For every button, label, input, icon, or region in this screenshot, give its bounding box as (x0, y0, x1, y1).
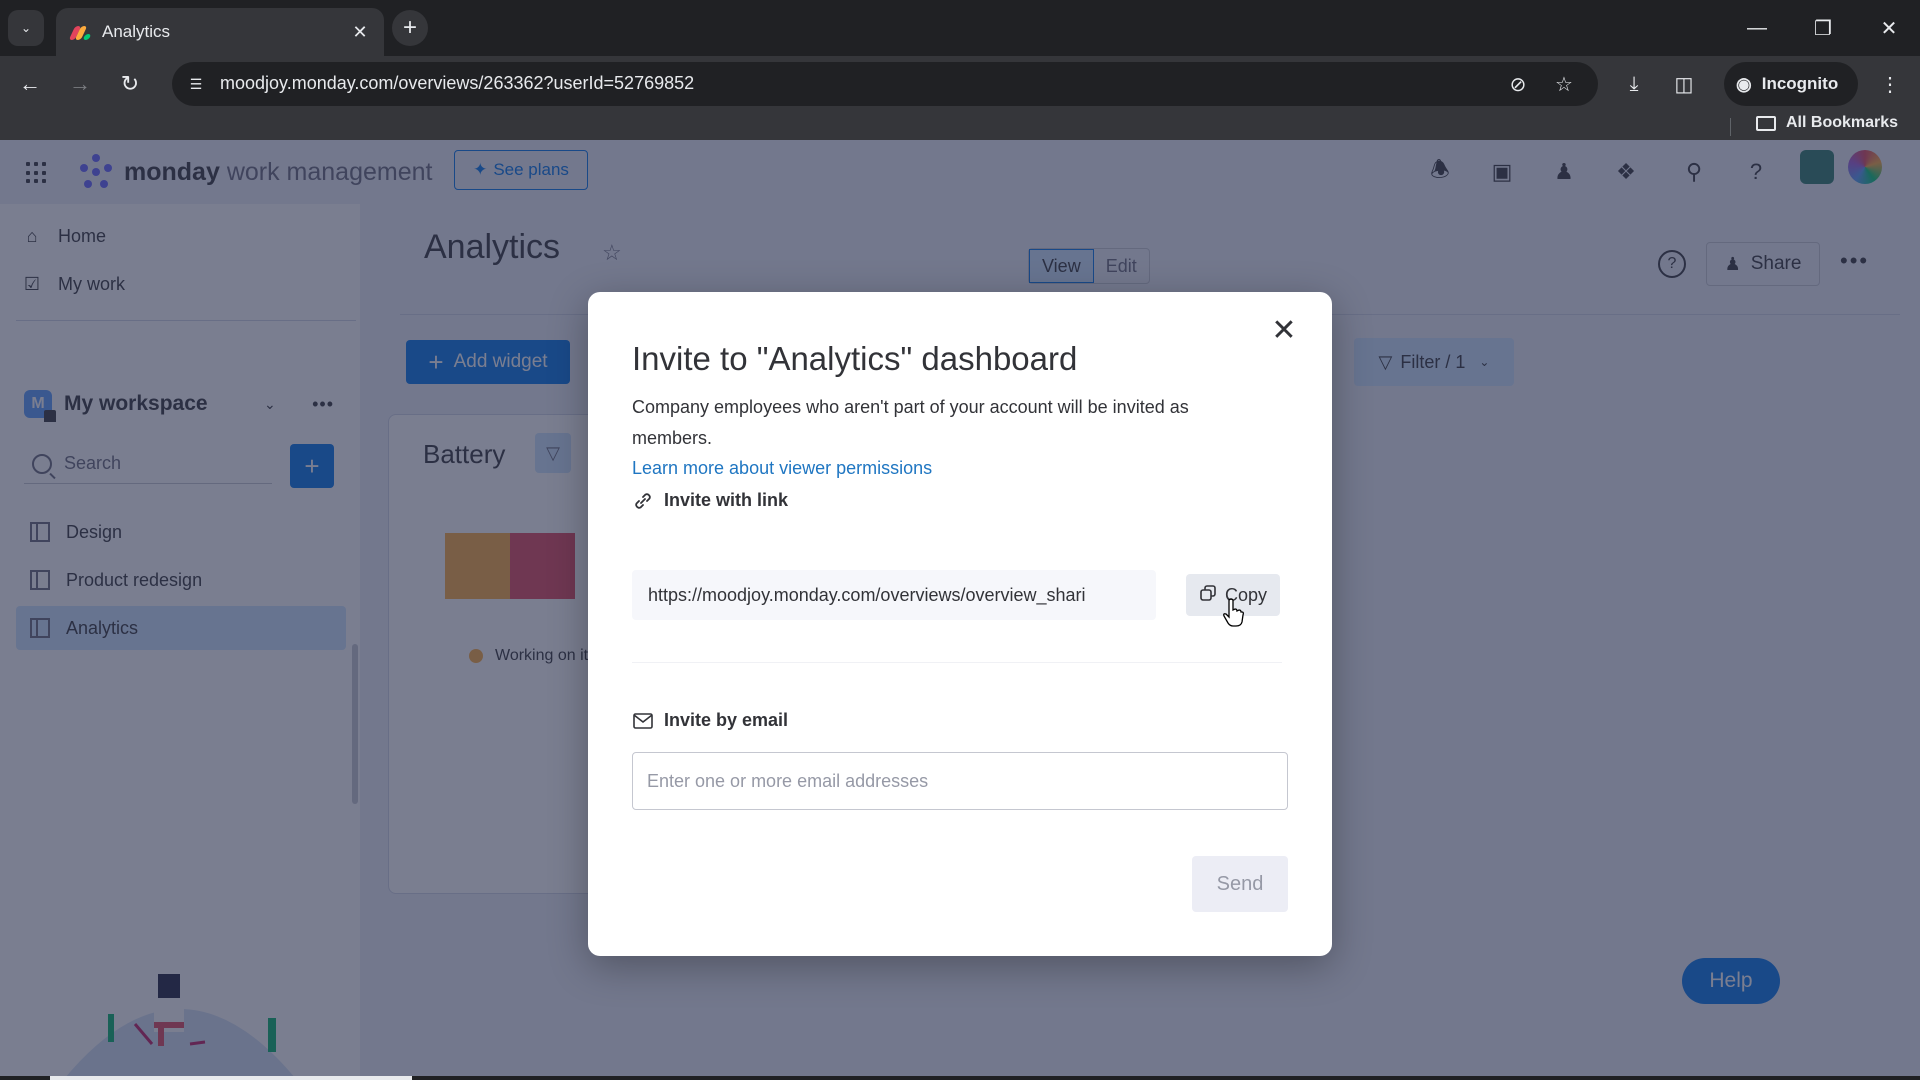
incognito-icon: ◉ (1736, 73, 1752, 94)
close-dialog-icon[interactable]: ✕ (1266, 312, 1302, 348)
mail-icon (632, 712, 654, 729)
invite-email-heading: Invite by email (632, 710, 788, 731)
all-bookmarks-button[interactable]: All Bookmarks (1756, 114, 1898, 132)
restore-button[interactable]: ❐ (1792, 0, 1854, 56)
email-addresses-input[interactable] (632, 752, 1288, 810)
send-button[interactable]: Send (1192, 856, 1288, 912)
back-button[interactable]: ← (12, 66, 48, 102)
chevron-down-icon: ⌄ (20, 21, 32, 35)
viewer-permissions-link[interactable]: Learn more about viewer permissions (632, 458, 932, 479)
bookmark-star-icon[interactable]: ☆ (1550, 70, 1578, 98)
invite-link-field[interactable]: https://moodjoy.monday.com/overviews/ove… (632, 570, 1156, 620)
minimize-button[interactable]: — (1726, 0, 1788, 56)
folder-icon (1756, 115, 1776, 131)
side-panel-icon[interactable]: ◫ (1668, 68, 1700, 100)
invite-dialog: ✕ Invite to "Analytics" dashboard Compan… (588, 292, 1332, 956)
bookmarks-divider (1730, 118, 1731, 136)
url-text[interactable]: moodjoy.monday.com/overviews/263362?user… (220, 73, 694, 94)
invite-link-label: Invite with link (664, 490, 789, 510)
browser-tabstrip: ⌄ Analytics ✕ + — ❐ ✕ (0, 0, 1920, 56)
hand-pointer-cursor-icon (1223, 598, 1244, 627)
address-bar[interactable]: ☰ moodjoy.monday.com/overviews/263362?us… (172, 62, 1598, 106)
dialog-title: Invite to "Analytics" dashboard (632, 340, 1078, 377)
dialog-description: Company employees who aren't part of you… (632, 397, 1189, 448)
invite-link-heading: Invite with link (632, 490, 788, 511)
tab-title: Analytics (102, 22, 171, 41)
invite-email-label: Invite by email (664, 710, 789, 730)
tab-search-button[interactable]: ⌄ (8, 10, 44, 46)
taskbar-edge (0, 1076, 1920, 1080)
link-icon (632, 491, 654, 511)
copy-icon (1199, 584, 1217, 607)
download-icon[interactable]: ⤓ (1618, 68, 1650, 100)
browser-menu-icon[interactable]: ⋮ (1874, 68, 1906, 100)
monday-favicon-icon (68, 24, 92, 40)
incognito-label: Incognito (1761, 74, 1839, 93)
reload-button[interactable]: ↻ (112, 66, 148, 102)
window-close-button[interactable]: ✕ (1858, 0, 1920, 56)
bookmarks-bar: All Bookmarks (0, 112, 1920, 140)
eye-off-icon[interactable]: ⊘ (1504, 70, 1532, 98)
tab-close-icon[interactable]: ✕ (350, 22, 370, 43)
forward-button[interactable]: → (62, 66, 98, 102)
all-bookmarks-label: All Bookmarks (1786, 114, 1899, 131)
browser-toolbar: ← → ↻ ☰ moodjoy.monday.com/overviews/263… (0, 56, 1920, 112)
section-divider (632, 662, 1282, 663)
incognito-badge[interactable]: ◉ Incognito (1724, 62, 1858, 106)
site-info-icon[interactable]: ☰ (180, 68, 212, 100)
new-tab-button[interactable]: + (392, 10, 428, 46)
browser-tab-analytics[interactable]: Analytics ✕ (56, 8, 384, 56)
